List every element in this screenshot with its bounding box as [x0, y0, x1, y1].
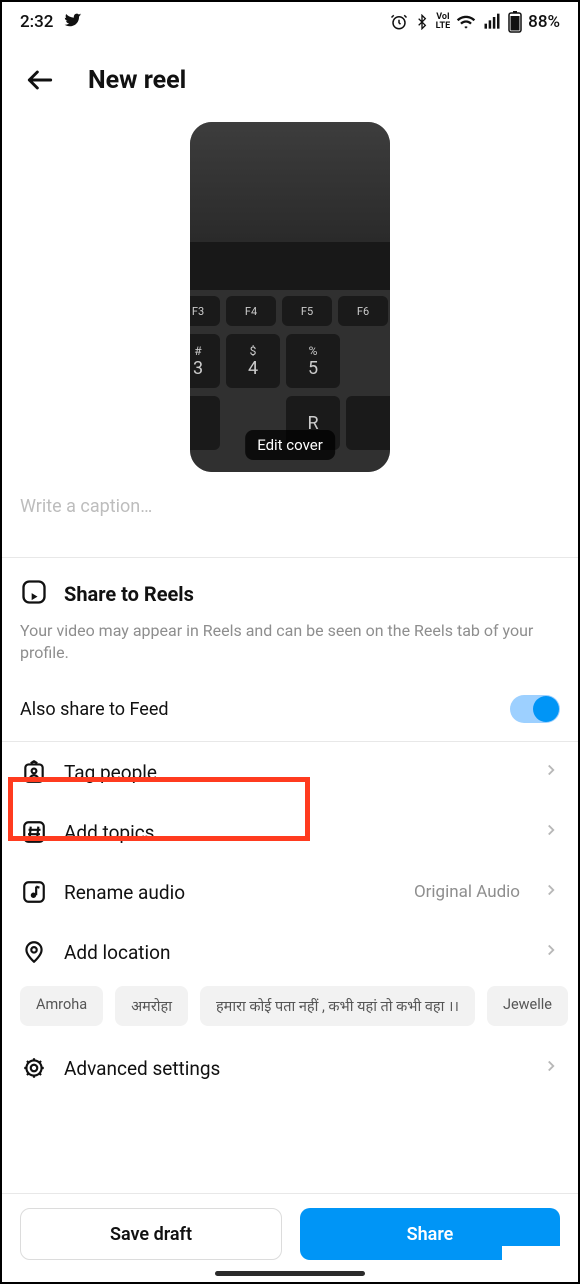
add-location-label: Add location [64, 941, 526, 964]
cover-preview-wrap: F3 F4 F5 F6 #3 $4 %5 R Edit cover [2, 110, 578, 472]
hashtag-icon [20, 818, 48, 846]
bottom-bar: Save draft Share [2, 1193, 578, 1282]
save-draft-button[interactable]: Save draft [20, 1208, 282, 1260]
back-button[interactable] [20, 60, 60, 100]
location-chips: Amroha अमरोहा हमारा कोई पता नहीं , कभी य… [2, 982, 578, 1038]
status-time: 2:32 [20, 12, 53, 32]
location-chip[interactable]: Amroha [20, 986, 103, 1026]
app-header: New reel [2, 42, 578, 110]
chevron-right-icon [542, 941, 560, 963]
rename-audio-label: Rename audio [64, 881, 398, 904]
toggle-thumb [533, 696, 559, 722]
volte-badge: VoI LTE [436, 13, 451, 31]
chevron-right-icon [542, 821, 560, 843]
tag-people-row[interactable]: Tag people [2, 742, 578, 802]
status-right: VoI LTE 88% [390, 11, 560, 33]
battery-icon [508, 11, 522, 33]
location-chip[interactable]: Jewelle [487, 986, 568, 1026]
chevron-right-icon [542, 881, 560, 903]
tag-people-label: Tag people [64, 761, 526, 784]
advanced-settings-row[interactable]: Advanced settings [2, 1038, 578, 1098]
advanced-settings-label: Advanced settings [64, 1057, 526, 1080]
battery-percent: 88% [528, 12, 560, 32]
status-bar: 2:32 VoI LTE 88% [2, 2, 578, 42]
location-chip[interactable]: हमारा कोई पता नहीं , कभी यहां तो कभी वहा… [200, 986, 475, 1026]
audio-icon [20, 878, 48, 906]
add-topics-row[interactable]: Add topics [2, 802, 578, 862]
person-tag-icon [20, 758, 48, 786]
share-to-feed-row: Also share to Feed [2, 677, 578, 741]
cover-preview[interactable]: F3 F4 F5 F6 #3 $4 %5 R Edit cover [190, 122, 390, 472]
caption-input[interactable]: Write a caption… [2, 472, 578, 557]
chevron-right-icon [542, 1057, 560, 1079]
location-pin-icon [20, 938, 48, 966]
signal-icon [482, 12, 502, 32]
chevron-right-icon [542, 761, 560, 783]
bluetooth-icon [414, 14, 430, 30]
share-to-feed-label: Also share to Feed [20, 699, 169, 720]
rename-audio-row[interactable]: Rename audio Original Audio [2, 862, 578, 922]
volte-bottom: LTE [436, 22, 451, 31]
location-chip[interactable]: अमरोहा [115, 986, 188, 1026]
edit-cover-button[interactable]: Edit cover [245, 430, 335, 460]
alarm-icon [390, 13, 408, 31]
share-to-feed-toggle[interactable] [510, 695, 560, 723]
rename-audio-meta: Original Audio [414, 882, 520, 902]
wifi-icon [456, 12, 476, 32]
share-reels-section: Share to Reels Your video may appear in … [2, 558, 578, 677]
share-reels-desc: Your video may appear in Reels and can b… [20, 620, 560, 663]
share-reels-title: Share to Reels [64, 582, 194, 606]
caption-placeholder: Write a caption… [20, 496, 152, 517]
home-indicator[interactable] [215, 1271, 365, 1276]
twitter-icon [63, 10, 83, 35]
status-left: 2:32 [20, 10, 83, 35]
page-title: New reel [88, 66, 186, 95]
arrow-left-icon [24, 64, 56, 96]
add-location-row[interactable]: Add location [2, 922, 578, 982]
add-topics-label: Add topics [64, 821, 526, 844]
gear-icon [20, 1054, 48, 1082]
share-button[interactable]: Share [300, 1208, 560, 1260]
reels-icon [20, 578, 48, 610]
